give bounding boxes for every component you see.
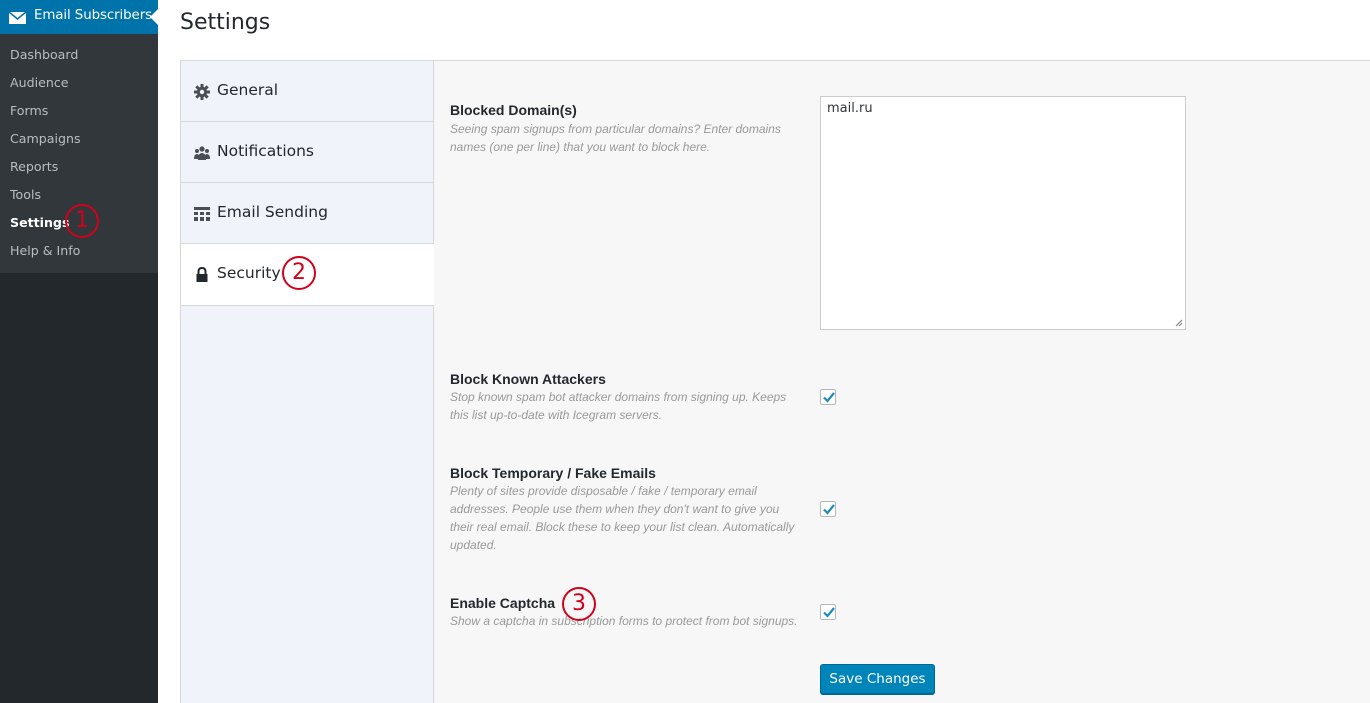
admin-sidebar: Email Subscribers Dashboard Audience For… <box>0 0 158 703</box>
block-temp-emails-checkbox[interactable] <box>820 501 836 517</box>
sidebar-item-forms[interactable]: Forms <box>10 103 48 118</box>
sidebar-item-help-info[interactable]: Help & Info <box>10 243 80 258</box>
users-icon <box>194 146 210 160</box>
block-temp-emails-label: Block Temporary / Fake Emails <box>450 465 656 481</box>
block-temp-emails-description: Plenty of sites provide disposable / fak… <box>450 484 795 552</box>
enable-captcha-checkbox[interactable] <box>820 604 836 620</box>
settings-tabs: General Notifications Email Sending Secu… <box>181 61 434 703</box>
sidebar-item-reports[interactable]: Reports <box>10 159 58 174</box>
tab-general-label: General <box>217 81 279 99</box>
blocked-domains-value: mail.ru <box>827 101 873 116</box>
tab-notifications[interactable]: Notifications <box>181 122 434 183</box>
sidebar-item-campaigns[interactable]: Campaigns <box>10 131 81 146</box>
gear-icon <box>194 84 210 100</box>
block-known-attackers-label: Block Known Attackers <box>450 371 606 387</box>
grid-icon <box>194 207 210 221</box>
lock-icon <box>196 266 208 282</box>
sidebar-item-audience[interactable]: Audience <box>10 75 69 90</box>
save-changes-button[interactable]: Save Changes <box>820 664 935 694</box>
annotation-badge-2: 2 <box>282 256 316 290</box>
tab-security-label: Security <box>217 264 281 282</box>
envelope-icon <box>9 12 26 24</box>
checkmark-icon <box>823 607 835 618</box>
checkmark-icon <box>823 392 835 403</box>
plugin-title: Email Subscribers <box>34 8 152 23</box>
page-title: Settings <box>180 10 271 35</box>
tab-email-sending-label: Email Sending <box>217 203 328 221</box>
tab-notifications-label: Notifications <box>217 142 315 160</box>
annotation-badge-3: 3 <box>562 587 596 621</box>
sidebar-item-tools[interactable]: Tools <box>10 187 41 202</box>
tab-general[interactable]: General <box>181 61 434 122</box>
block-known-attackers-checkbox[interactable] <box>820 389 836 405</box>
settings-panel: General Notifications Email Sending Secu… <box>180 60 1370 703</box>
checkmark-icon <box>823 504 835 515</box>
blocked-domains-label: Blocked Domain(s) <box>450 102 577 118</box>
sidebar-item-dashboard[interactable]: Dashboard <box>10 47 78 62</box>
blocked-domains-description: Seeing spam signups from particular doma… <box>450 122 781 154</box>
blocked-domains-textarea[interactable]: mail.ru <box>820 96 1186 330</box>
sidebar-item-settings[interactable]: Settings <box>10 215 69 230</box>
resize-grip-icon[interactable] <box>1175 319 1183 327</box>
enable-captcha-description: Show a captcha in subscription forms to … <box>450 614 798 628</box>
plugin-menu-header[interactable]: Email Subscribers <box>0 0 158 34</box>
tab-email-sending[interactable]: Email Sending <box>181 183 434 244</box>
current-menu-caret <box>150 9 158 25</box>
block-known-attackers-description: Stop known spam bot attacker domains fro… <box>450 390 787 422</box>
annotation-badge-1: 1 <box>65 204 99 238</box>
enable-captcha-label: Enable Captcha <box>450 595 556 611</box>
